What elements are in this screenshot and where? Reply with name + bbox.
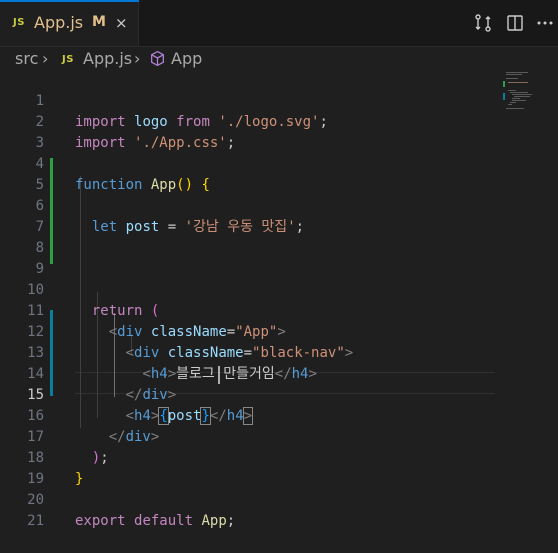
code-line: 13 <h4>블로그 만들거임</h4> xyxy=(0,322,558,382)
close-icon[interactable]: × xyxy=(115,14,128,32)
split-editor-icon[interactable] xyxy=(505,13,525,37)
breadcrumb: src › JS App.js › App xyxy=(0,47,558,71)
code-line: 9 xyxy=(0,238,558,277)
code-line-current: 15 <h4>{post}</h4> xyxy=(0,364,558,425)
tab-label: App.js xyxy=(34,13,84,32)
code-line: 3 xyxy=(0,112,558,151)
code-line: 11 <div className="App"> xyxy=(0,280,558,340)
code-line: 20 export default App; xyxy=(0,469,558,529)
more-actions-icon[interactable] xyxy=(535,13,555,37)
code-line: 4 function App() { xyxy=(0,133,558,193)
code-line: 17 ); xyxy=(0,406,558,466)
cube-icon xyxy=(149,50,166,71)
text-cursor xyxy=(218,366,220,384)
code-line: 12 <div className="black-nav"> xyxy=(0,301,558,361)
modified-badge: M xyxy=(92,14,106,30)
line-number: 21 xyxy=(27,513,44,529)
javascript-file-icon: JS xyxy=(62,54,74,65)
code-line: 21 xyxy=(0,490,558,529)
code-line: 10 return ( xyxy=(0,259,558,319)
code-line: 2 import './App.css'; xyxy=(0,91,558,151)
code-line: 18 } xyxy=(0,427,558,487)
code-editor[interactable]: 1 import logo from './logo.svg'; 2 impor… xyxy=(0,70,558,529)
breadcrumb-symbol[interactable]: App xyxy=(171,49,202,68)
code-line: 14 </div> xyxy=(0,343,558,403)
code-line: 1 import logo from './logo.svg'; xyxy=(0,70,558,130)
code-line: 5 xyxy=(0,154,558,193)
chevron-right-icon: › xyxy=(134,49,141,68)
code-line: 7 xyxy=(0,196,558,235)
code-line: 6 let post = '강남 우동 맛집'; xyxy=(0,175,558,235)
tab-app-js[interactable]: JS App.js M × xyxy=(0,0,139,46)
minimap[interactable] xyxy=(503,72,543,122)
git-compare-icon[interactable] xyxy=(473,13,493,37)
chevron-right-icon: › xyxy=(42,49,49,68)
javascript-file-icon: JS xyxy=(13,17,25,28)
code-line: 19 xyxy=(0,448,558,487)
editor-tab-bar: JS App.js M × xyxy=(0,0,558,47)
breadcrumb-file[interactable]: App.js xyxy=(83,49,132,68)
code-line: 16 </div> xyxy=(0,385,558,445)
code-line: 8 xyxy=(0,217,558,256)
breadcrumb-folder[interactable]: src xyxy=(15,49,38,68)
